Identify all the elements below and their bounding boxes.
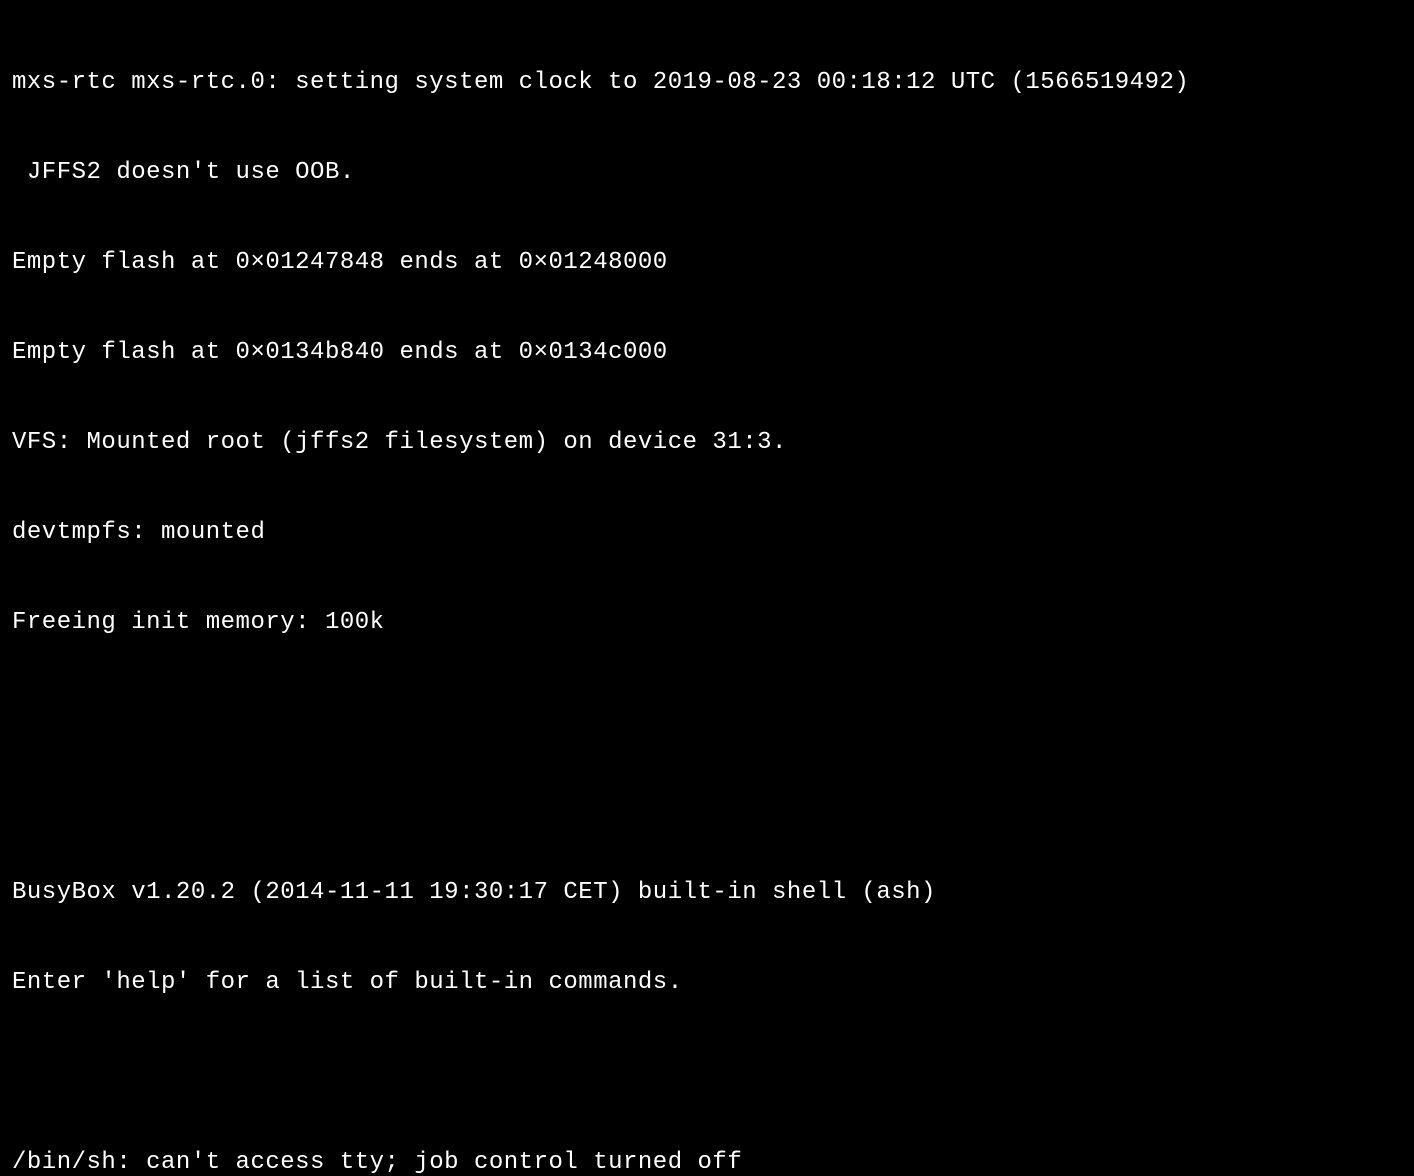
blank-line [12,698,1402,728]
busybox-help-line: Enter 'help' for a list of built-in comm… [12,968,1402,998]
boot-log-line: mxs-rtc mxs-rtc.0: setting system clock … [12,68,1402,98]
blank-line [12,1058,1402,1088]
blank-line [12,788,1402,818]
boot-log-line: Freeing init memory: 100k [12,608,1402,638]
busybox-banner-line: BusyBox v1.20.2 (2014-11-11 19:30:17 CET… [12,878,1402,908]
boot-log-line: JFFS2 doesn't use OOB. [12,158,1402,188]
boot-log-line: devtmpfs: mounted [12,518,1402,548]
boot-log-line: Empty flash at 0×0134b840 ends at 0×0134… [12,338,1402,368]
boot-log-line: Empty flash at 0×01247848 ends at 0×0124… [12,248,1402,278]
shell-warning-line: /bin/sh: can't access tty; job control t… [12,1148,1402,1176]
terminal-output[interactable]: mxs-rtc mxs-rtc.0: setting system clock … [12,8,1402,1176]
boot-log-line: VFS: Mounted root (jffs2 filesystem) on … [12,428,1402,458]
